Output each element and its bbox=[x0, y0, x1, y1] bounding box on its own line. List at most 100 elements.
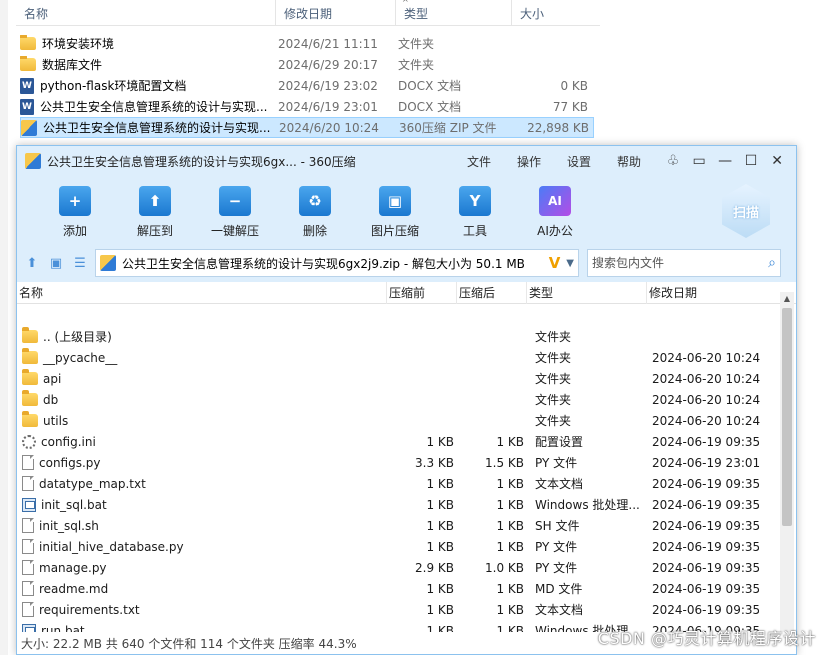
scroll-up-icon[interactable]: ▲ bbox=[780, 292, 794, 306]
file-name-text: requirements.txt bbox=[39, 602, 140, 617]
ai-office-icon: AI bbox=[539, 186, 571, 216]
toolbar-button-delete[interactable]: ♻ 删除 bbox=[275, 176, 355, 239]
explorer-file-name: Wpython-flask环境配置文档 bbox=[20, 77, 278, 94]
file-row[interactable]: readme.md 1 KB 1 KB MD 文件 2024-06-19 09:35 bbox=[17, 578, 779, 599]
toolbar-button-one-click-extract[interactable]: − 一键解压 bbox=[195, 176, 275, 239]
explorer-row[interactable]: Wpython-flask环境配置文档 2024/6/19 23:02 DOCX 文… bbox=[20, 75, 594, 96]
toolbar-button-image-compress[interactable]: ▣ 图片压缩 bbox=[355, 176, 435, 239]
one-click-extract-icon: − bbox=[219, 186, 251, 216]
file-name-text: initial_hive_database.py bbox=[39, 539, 184, 554]
file-row[interactable]: manage.py 2.9 KB 1.0 KB PY 文件 2024-06-19 09:… bbox=[17, 557, 779, 578]
explorer-file-type: 360压缩 ZIP 文件 bbox=[399, 121, 497, 135]
col-after[interactable]: 压缩后 bbox=[457, 281, 527, 304]
file-row[interactable]: configs.py 3.3 KB 1.5 KB PY 文件 2024-06-19 23… bbox=[17, 452, 779, 473]
menu-settings[interactable]: 设置 bbox=[567, 153, 591, 170]
chevron-down-icon[interactable]: ▼ bbox=[566, 258, 574, 269]
file-icon bbox=[22, 581, 34, 596]
explorer-col-type[interactable]: 类型 bbox=[396, 0, 512, 25]
file-row[interactable]: init_sql.sh 1 KB 1 KB SH 文件 2024-06-19 09:35 bbox=[17, 515, 779, 536]
file-date: 2024-06-19 09:35 bbox=[652, 434, 761, 449]
file-row[interactable]: initial_hive_database.py 1 KB 1 KB PY 文件 202… bbox=[17, 536, 779, 557]
file-row[interactable]: utils 文件夹 2024-06-20 10:24 bbox=[17, 410, 779, 431]
file-name-text: readme.md bbox=[39, 581, 109, 596]
zip-file-icon bbox=[100, 255, 116, 271]
explorer-file-type: DOCX 文档 bbox=[398, 100, 462, 114]
skin-icon[interactable]: ♧ bbox=[665, 153, 681, 169]
file-name: db bbox=[17, 390, 387, 407]
menu-operate[interactable]: 操作 bbox=[517, 153, 541, 170]
file-size-after: 1.0 KB bbox=[485, 560, 524, 575]
col-date[interactable]: 修改日期 bbox=[647, 282, 777, 304]
search-input[interactable] bbox=[592, 256, 752, 270]
menu-help[interactable]: 帮助 bbox=[617, 153, 641, 170]
file-size-before: 3.3 KB bbox=[415, 455, 454, 470]
explorer-row[interactable]: W 公共卫生安全信息管理系统的设计与实现... 2024/6/19 23:01 DOC… bbox=[20, 96, 594, 117]
explorer-left-edge bbox=[0, 0, 8, 655]
thumbnail-view-icon[interactable]: ▣ bbox=[47, 256, 65, 271]
folder-icon bbox=[22, 348, 38, 364]
up-arrow-icon[interactable]: ⬆ bbox=[23, 256, 41, 271]
minimize-icon[interactable]: — bbox=[717, 153, 733, 169]
col-name[interactable]: 名称 bbox=[17, 281, 387, 304]
path-field[interactable]: 公共卫生安全信息管理系统的设计与实现6gx2j9.zip - 解包大小为 50.… bbox=[95, 249, 579, 277]
file-icon bbox=[22, 476, 34, 491]
file-row[interactable]: .. (上级目录) 文件夹 bbox=[17, 326, 779, 347]
zip-titlebar[interactable]: 公共卫生安全信息管理系统的设计与实现6gx... - 360压缩 文件 操作 设… bbox=[17, 146, 796, 176]
file-name-text: configs.py bbox=[39, 455, 101, 470]
explorer-col-date[interactable]: ^ 修改日期 bbox=[276, 0, 409, 25]
file-row[interactable]: datatype_map.txt 1 KB 1 KB 文本文档 2024-06-19 0… bbox=[17, 473, 779, 494]
file-row[interactable]: requirements.txt 1 KB 1 KB 文本文档 2024-06-19 0… bbox=[17, 599, 779, 620]
file-name-text: utils bbox=[43, 413, 69, 428]
close-icon[interactable]: ✕ bbox=[769, 153, 785, 169]
file-type: 文件夹 bbox=[535, 351, 572, 365]
file-size-after: 1.5 KB bbox=[485, 455, 524, 470]
vertical-scrollbar[interactable]: ▲ bbox=[780, 292, 794, 632]
menu-file[interactable]: 文件 bbox=[467, 153, 491, 170]
search-box: ⌕ bbox=[587, 249, 781, 277]
explorer-row[interactable]: 公共卫生安全信息管理系统的设计与实现... 2024/6/20 10:24 360压… bbox=[20, 117, 594, 138]
search-icon[interactable]: ⌕ bbox=[768, 255, 776, 271]
toolbar-button-ai-office[interactable]: AI AI办公 bbox=[515, 176, 595, 239]
file-size-before: 1 KB bbox=[426, 602, 454, 617]
file-row[interactable]: api 文件夹 2024-06-20 10:24 bbox=[17, 368, 779, 389]
toolbar-button-extract-to[interactable]: ⬆ 解压到 bbox=[115, 176, 195, 239]
explorer-col-name[interactable]: 名称 bbox=[16, 0, 276, 25]
explorer-col-size[interactable]: 大小 bbox=[512, 0, 598, 25]
col-before[interactable]: 压缩前 bbox=[387, 281, 457, 304]
explorer-row[interactable]: 环境安装环境 2024/6/21 11:11 文件夹 bbox=[20, 33, 594, 54]
toolbar-label: 解压到 bbox=[136, 224, 173, 238]
folder-icon bbox=[22, 390, 38, 406]
toolbar-button-tools[interactable]: Y 工具 bbox=[435, 176, 515, 239]
file-row[interactable]: db 文件夹 2024-06-20 10:24 bbox=[17, 389, 779, 410]
file-row[interactable]: __pycache__ 文件夹 2024-06-20 10:24 bbox=[17, 347, 779, 368]
file-type: PY 文件 bbox=[535, 540, 578, 554]
file-size-before: 1 KB bbox=[426, 518, 454, 533]
feedback-icon[interactable]: ▭ bbox=[691, 153, 707, 169]
file-type: 文本文档 bbox=[535, 477, 584, 491]
col-type[interactable]: 类型 bbox=[527, 281, 647, 304]
file-date: 2024-06-19 23:01 bbox=[652, 455, 761, 470]
file-row[interactable]: init_sql.bat 1 KB 1 KB Windows 批处理... 2024-0… bbox=[17, 494, 779, 515]
explorer-file-size: 22,898 KB bbox=[527, 120, 589, 135]
folder-icon bbox=[22, 369, 38, 385]
v-logo-icon[interactable]: V bbox=[549, 254, 561, 272]
explorer-file-date: 2024/6/19 23:01 bbox=[278, 99, 378, 114]
window-controls: ♧ ▭ — ☐ ✕ bbox=[665, 153, 785, 169]
list-view-icon[interactable]: ☰ bbox=[71, 256, 89, 271]
file-size-after: 1 KB bbox=[496, 539, 524, 554]
file-name-text: datatype_map.txt bbox=[39, 476, 146, 491]
extract-to-icon: ⬆ bbox=[139, 186, 171, 216]
explorer-column-headers: 名称 ^ 修改日期 类型 大小 bbox=[16, 0, 600, 26]
path-text: 公共卫生安全信息管理系统的设计与实现6gx2j9.zip - 解包大小为 50.… bbox=[122, 256, 525, 271]
explorer-row[interactable]: 数据库文件 2024/6/29 20:17 文件夹 bbox=[20, 54, 594, 75]
file-date: 2024-06-19 09:35 bbox=[652, 518, 761, 533]
toolbar-label: 添加 bbox=[62, 224, 87, 238]
status-text: 大小: 22.2 MB 共 640 个文件和 114 个文件夹 压缩率 44.3… bbox=[21, 636, 357, 651]
zip-icon bbox=[21, 119, 37, 136]
toolbar-button-add[interactable]: + 添加 bbox=[35, 176, 115, 239]
scroll-thumb[interactable] bbox=[782, 308, 792, 526]
explorer-file-date: 2024/6/29 20:17 bbox=[278, 57, 378, 72]
file-row[interactable]: config.ini 1 KB 1 KB 配置设置 2024-06-19 09:35 bbox=[17, 431, 779, 452]
maximize-icon[interactable]: ☐ bbox=[743, 153, 759, 169]
scan-button[interactable]: 扫描 bbox=[722, 184, 770, 238]
